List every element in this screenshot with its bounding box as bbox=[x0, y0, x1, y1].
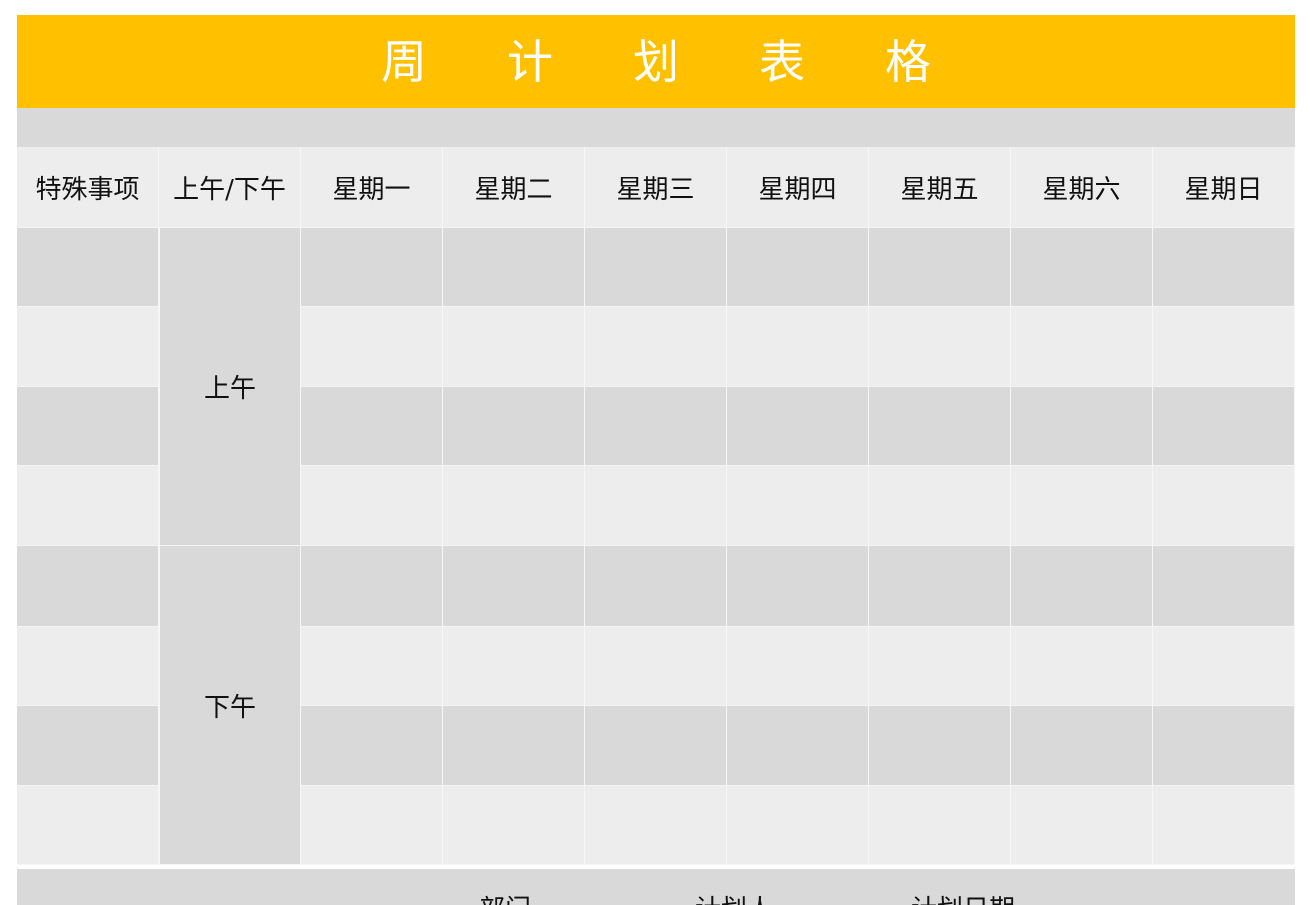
header-wednesday: 星期三 bbox=[585, 147, 727, 228]
cell-thursday-row-2[interactable] bbox=[727, 307, 869, 387]
header-monday: 星期一 bbox=[301, 147, 443, 228]
cell-saturday-row-4[interactable] bbox=[1011, 466, 1153, 546]
cell-tuesday-row-4[interactable] bbox=[443, 466, 585, 546]
cell-special-items-row-6[interactable] bbox=[17, 627, 159, 706]
cell-friday-row-4[interactable] bbox=[869, 466, 1011, 546]
cell-thursday-row-8[interactable] bbox=[727, 786, 869, 865]
cell-monday-row-8[interactable] bbox=[301, 786, 443, 865]
cell-saturday-row-1[interactable] bbox=[1011, 228, 1153, 307]
header-thursday: 星期四 bbox=[727, 147, 869, 228]
header-am-pm: 上午/下午 bbox=[159, 147, 301, 228]
weekly-plan-sheet: 周计划表格 特殊事项 上午/下午 星期一 星期二 星期三 星期四 星期五 星期六… bbox=[17, 15, 1295, 905]
cell-tuesday-row-6[interactable] bbox=[443, 627, 585, 706]
cell-saturday-row-5[interactable] bbox=[1011, 546, 1153, 627]
planner-label: 计划人 bbox=[695, 889, 773, 905]
cell-tuesday-row-1[interactable] bbox=[443, 228, 585, 307]
cell-sunday-row-6[interactable] bbox=[1153, 627, 1295, 706]
cell-special-items-row-1[interactable] bbox=[17, 228, 159, 307]
cell-sunday-row-2[interactable] bbox=[1153, 307, 1295, 387]
plan-date-label: 计划日期 bbox=[911, 889, 1015, 905]
cell-wednesday-row-5[interactable] bbox=[585, 546, 727, 627]
cell-saturday-row-6[interactable] bbox=[1011, 627, 1153, 706]
spacer-row bbox=[17, 108, 1295, 147]
cell-wednesday-row-8[interactable] bbox=[585, 786, 727, 865]
cell-monday-row-2[interactable] bbox=[301, 307, 443, 387]
cell-tuesday-row-3[interactable] bbox=[443, 387, 585, 466]
cell-friday-row-5[interactable] bbox=[869, 546, 1011, 627]
header-friday: 星期五 bbox=[869, 147, 1011, 228]
cell-wednesday-row-2[interactable] bbox=[585, 307, 727, 387]
plan-table: 特殊事项 上午/下午 星期一 星期二 星期三 星期四 星期五 星期六 星期日 上… bbox=[17, 147, 1295, 905]
cell-friday-row-8[interactable] bbox=[869, 786, 1011, 865]
period-morning[interactable]: 上午 bbox=[159, 228, 301, 546]
cell-thursday-row-5[interactable] bbox=[727, 546, 869, 627]
cell-thursday-row-4[interactable] bbox=[727, 466, 869, 546]
footer-row: 部门 计划人 计划日期 bbox=[17, 869, 1295, 905]
cell-sunday-row-4[interactable] bbox=[1153, 466, 1295, 546]
cell-thursday-row-1[interactable] bbox=[727, 228, 869, 307]
cell-monday-row-3[interactable] bbox=[301, 387, 443, 466]
cell-thursday-row-7[interactable] bbox=[727, 706, 869, 786]
cell-special-items-row-2[interactable] bbox=[17, 307, 159, 387]
header-tuesday: 星期二 bbox=[443, 147, 585, 228]
cell-wednesday-row-1[interactable] bbox=[585, 228, 727, 307]
cell-special-items-row-5[interactable] bbox=[17, 546, 159, 627]
department-label: 部门 bbox=[479, 889, 531, 905]
cell-saturday-row-8[interactable] bbox=[1011, 786, 1153, 865]
cell-wednesday-row-6[interactable] bbox=[585, 627, 727, 706]
cell-friday-row-6[interactable] bbox=[869, 627, 1011, 706]
cell-tuesday-row-8[interactable] bbox=[443, 786, 585, 865]
cell-sunday-row-7[interactable] bbox=[1153, 706, 1295, 786]
cell-tuesday-row-7[interactable] bbox=[443, 706, 585, 786]
period-afternoon[interactable]: 下午 bbox=[159, 546, 301, 865]
cell-saturday-row-2[interactable] bbox=[1011, 307, 1153, 387]
cell-friday-row-3[interactable] bbox=[869, 387, 1011, 466]
cell-special-items-row-4[interactable] bbox=[17, 466, 159, 546]
cell-wednesday-row-3[interactable] bbox=[585, 387, 727, 466]
cell-tuesday-row-5[interactable] bbox=[443, 546, 585, 627]
cell-sunday-row-1[interactable] bbox=[1153, 228, 1295, 307]
cell-wednesday-row-4[interactable] bbox=[585, 466, 727, 546]
cell-monday-row-4[interactable] bbox=[301, 466, 443, 546]
cell-friday-row-7[interactable] bbox=[869, 706, 1011, 786]
title-banner: 周计划表格 bbox=[17, 15, 1295, 108]
cell-special-items-row-7[interactable] bbox=[17, 706, 159, 786]
cell-saturday-row-7[interactable] bbox=[1011, 706, 1153, 786]
header-saturday: 星期六 bbox=[1011, 147, 1153, 228]
cell-friday-row-2[interactable] bbox=[869, 307, 1011, 387]
cell-thursday-row-3[interactable] bbox=[727, 387, 869, 466]
cell-friday-row-1[interactable] bbox=[869, 228, 1011, 307]
cell-monday-row-5[interactable] bbox=[301, 546, 443, 627]
cell-thursday-row-6[interactable] bbox=[727, 627, 869, 706]
cell-tuesday-row-2[interactable] bbox=[443, 307, 585, 387]
cell-sunday-row-8[interactable] bbox=[1153, 786, 1295, 865]
cell-saturday-row-3[interactable] bbox=[1011, 387, 1153, 466]
cell-monday-row-6[interactable] bbox=[301, 627, 443, 706]
cell-sunday-row-3[interactable] bbox=[1153, 387, 1295, 466]
sheet-title: 周计划表格 bbox=[381, 34, 1011, 89]
cell-monday-row-1[interactable] bbox=[301, 228, 443, 307]
header-sunday: 星期日 bbox=[1153, 147, 1295, 228]
cell-monday-row-7[interactable] bbox=[301, 706, 443, 786]
cell-wednesday-row-7[interactable] bbox=[585, 706, 727, 786]
cell-sunday-row-5[interactable] bbox=[1153, 546, 1295, 627]
header-special-items: 特殊事项 bbox=[17, 147, 159, 228]
cell-special-items-row-8[interactable] bbox=[17, 786, 159, 865]
cell-special-items-row-3[interactable] bbox=[17, 387, 159, 466]
